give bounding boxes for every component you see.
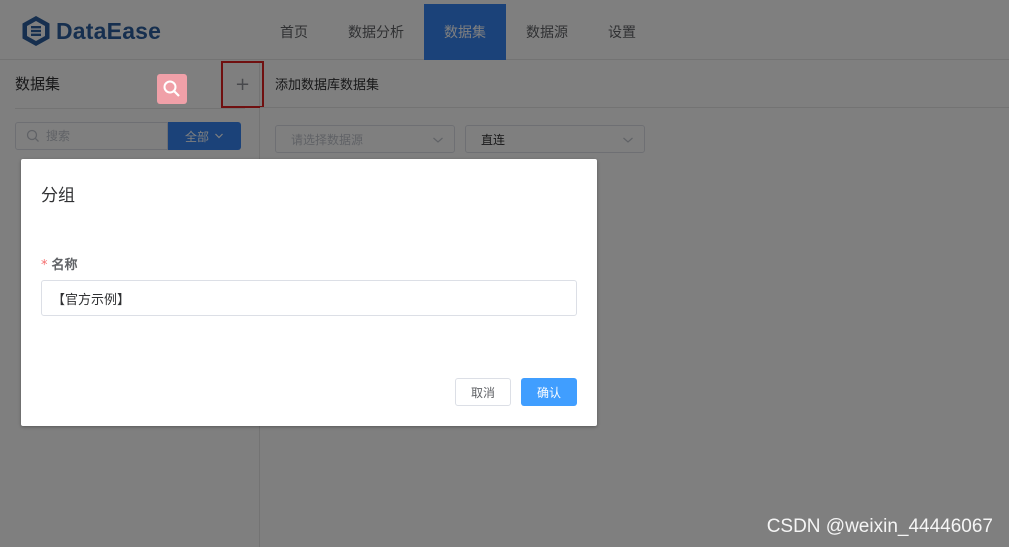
watermark: CSDN @weixin_44446067 [766,516,993,537]
cursor-indicator [157,74,187,104]
confirm-button[interactable]: 确认 [521,378,577,406]
cancel-button[interactable]: 取消 [455,378,511,406]
magnifier-cursor-icon [163,80,180,97]
dialog-title: 分组 [41,186,75,206]
name-field-label: * 名称 [41,254,78,273]
name-label-text: 名称 [51,258,78,273]
group-name-input[interactable] [41,280,577,316]
group-dialog: 分组 *名称 取消 确认 [21,159,597,426]
required-mark: * [41,258,48,273]
